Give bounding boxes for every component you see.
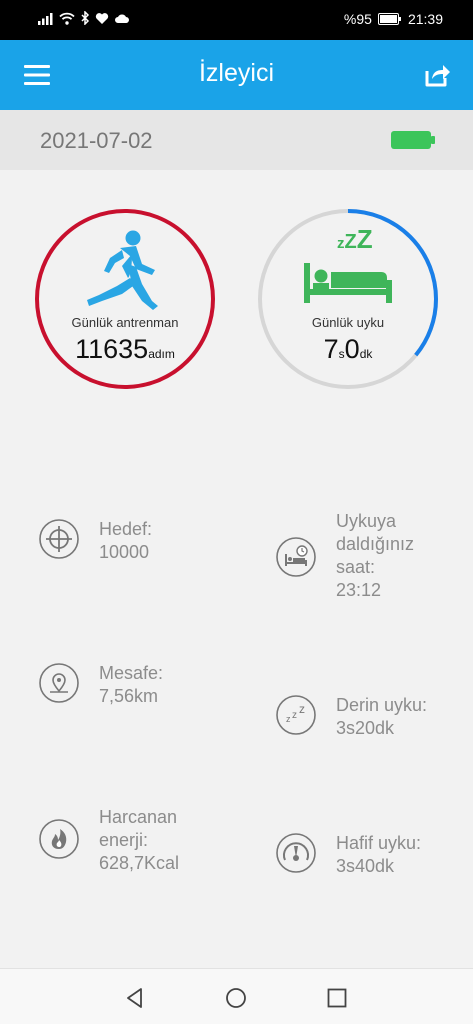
system-nav-bar bbox=[0, 968, 473, 1024]
stat-goal-label: Hedef: bbox=[99, 519, 153, 539]
status-icons-left bbox=[38, 11, 130, 25]
sleep-minutes-unit: dk bbox=[359, 347, 373, 361]
sleep-minutes: 0 bbox=[344, 334, 360, 364]
svg-text:z: z bbox=[299, 702, 305, 716]
home-icon[interactable] bbox=[225, 987, 247, 1009]
stat-light-sleep: Hafif uyku: 3s40dk bbox=[275, 832, 421, 878]
battery-percent: %95 bbox=[343, 11, 372, 27]
svg-text:z: z bbox=[286, 714, 291, 724]
phone-battery-icon bbox=[377, 13, 401, 25]
back-icon[interactable] bbox=[124, 987, 146, 1009]
stat-light-sleep-label: Hafif uyku: bbox=[336, 833, 422, 853]
target-icon bbox=[39, 519, 79, 559]
cloud-icon bbox=[115, 14, 129, 23]
stat-sleep-time: Uykuya daldığınız saat: 23:12 bbox=[275, 510, 414, 602]
stat-sleep-time-label-3: saat: bbox=[336, 557, 376, 577]
stat-sleep-time-value: 23:12 bbox=[336, 580, 382, 600]
sleep-ring[interactable]: zZZ Günlük uyku 7s0dk bbox=[255, 206, 441, 392]
share-icon[interactable] bbox=[423, 61, 451, 89]
flame-icon bbox=[39, 819, 79, 859]
date-bar: 2021-07-02 bbox=[0, 110, 473, 170]
stat-goal-text: Hedef: 10000 bbox=[99, 518, 152, 564]
zzz-icon: z z z bbox=[276, 695, 316, 735]
svg-text:z: z bbox=[292, 710, 297, 721]
sleep-value: 7s0dk bbox=[255, 334, 441, 365]
bluetooth-icon bbox=[81, 11, 90, 25]
sleep-label: Günlük uyku bbox=[311, 315, 385, 330]
stat-goal: Hedef: 10000 bbox=[38, 518, 152, 564]
stat-distance-value: 7,56km bbox=[99, 686, 159, 706]
recents-icon[interactable] bbox=[326, 987, 348, 1009]
stat-distance-label: Mesafe: bbox=[99, 663, 164, 683]
stat-energy-value: 628,7Kcal bbox=[99, 853, 180, 873]
wifi-icon bbox=[59, 12, 75, 25]
status-icons-right: %95 21:39 bbox=[344, 11, 443, 27]
stat-sleep-time-label-2: daldığınız bbox=[336, 534, 415, 554]
step-unit: adım bbox=[148, 347, 175, 361]
bed-clock-icon bbox=[276, 537, 316, 577]
activity-label: Günlük antrenman bbox=[71, 315, 179, 330]
device-battery-full-icon bbox=[391, 131, 435, 149]
stat-distance: Mesafe: 7,56km bbox=[38, 662, 163, 708]
stat-light-sleep-text: Hafif uyku: 3s40dk bbox=[336, 832, 421, 878]
stat-deep-sleep-label: Derin uyku: bbox=[336, 695, 428, 715]
page-title: İzleyici bbox=[198, 59, 274, 87]
selected-date[interactable]: 2021-07-02 bbox=[40, 128, 153, 154]
location-pin-icon bbox=[39, 663, 79, 703]
stat-sleep-time-text: Uykuya daldığınız saat: 23:12 bbox=[336, 510, 414, 602]
app-bar: İzleyici bbox=[0, 40, 473, 110]
stat-light-sleep-value: 3s40dk bbox=[336, 856, 395, 876]
gauge-icon bbox=[276, 833, 316, 873]
stat-energy-label-1: Harcanan bbox=[99, 807, 178, 827]
sleep-hours: 7 bbox=[323, 334, 339, 364]
stat-goal-value: 10000 bbox=[99, 542, 150, 562]
step-count: 11635 bbox=[75, 334, 149, 364]
stat-deep-sleep: z z z Derin uyku: 3s20dk bbox=[275, 694, 427, 740]
runner-icon bbox=[87, 230, 158, 310]
activity-ring[interactable]: Günlük antrenman 11635adım bbox=[32, 206, 218, 392]
stat-distance-text: Mesafe: 7,56km bbox=[99, 662, 163, 708]
zzz-label: zZZ bbox=[337, 224, 373, 254]
bed-sleeping-icon bbox=[304, 263, 392, 303]
stat-deep-sleep-text: Derin uyku: 3s20dk bbox=[336, 694, 427, 740]
activity-value: 11635adım bbox=[32, 334, 218, 365]
status-bar: %95 21:39 bbox=[0, 0, 473, 40]
stat-energy: Harcanan enerji: 628,7Kcal bbox=[38, 806, 179, 875]
signal-icon bbox=[38, 12, 53, 25]
stat-energy-text: Harcanan enerji: 628,7Kcal bbox=[99, 806, 179, 875]
stat-deep-sleep-value: 3s20dk bbox=[336, 718, 395, 738]
stat-sleep-time-label-1: Uykuya bbox=[336, 511, 397, 531]
stat-energy-label-2: enerji: bbox=[99, 830, 149, 850]
heart-icon bbox=[95, 12, 109, 24]
clock: 21:39 bbox=[407, 11, 443, 27]
